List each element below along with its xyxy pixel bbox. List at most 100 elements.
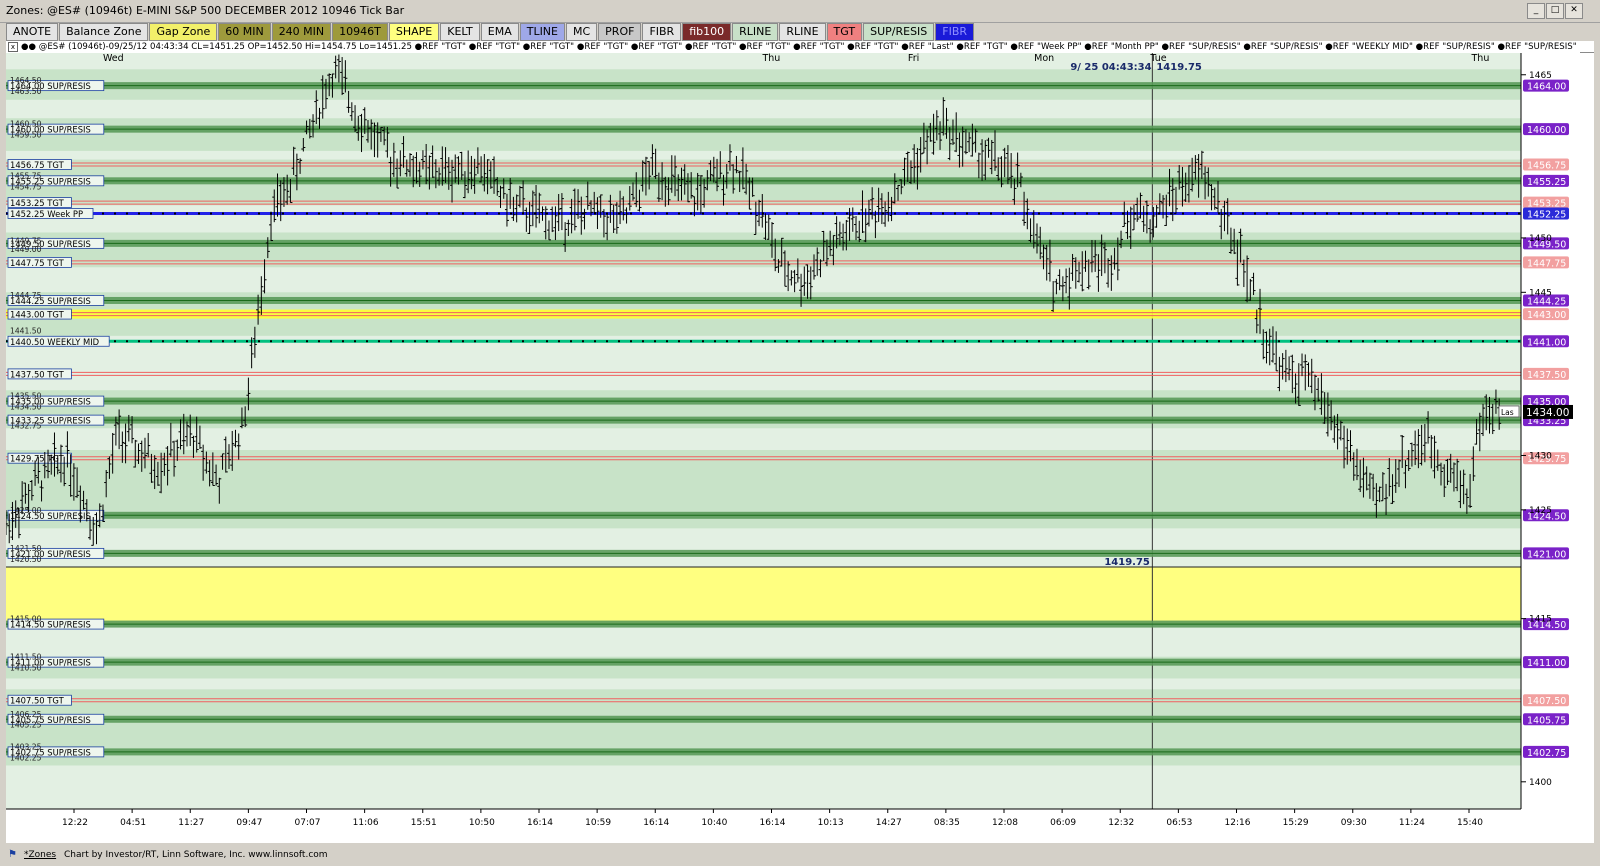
toolbar-button-fib100-13[interactable]: fib100 — [682, 23, 732, 41]
minor-price-label: 1402.25 — [10, 753, 42, 762]
x-tick-label: 04:51 — [120, 818, 146, 828]
level-label: 1456.75 TGT — [10, 160, 65, 170]
toolbar-button-ema-8[interactable]: EMA — [480, 23, 519, 41]
maximize-button[interactable]: □ — [1546, 3, 1564, 19]
minor-price-label: 1459.50 — [10, 131, 42, 140]
level-label: 1437.50 TGT — [10, 369, 65, 379]
day-label: Mon — [1034, 53, 1054, 64]
minor-price-label: 1421.50 — [10, 544, 42, 553]
minor-price-label: 1454.75 — [10, 182, 42, 191]
level-label: 1447.75 TGT — [10, 258, 65, 268]
y-tick-label: 1465 — [1529, 71, 1552, 81]
toolbar-button-anote-0[interactable]: ANOTE — [6, 23, 59, 41]
indicator-toolbar: ANOTE Balance Zone Gap Zone 60 MIN 240 MIN 10… — [6, 23, 975, 41]
toolbar-button-tgt-16[interactable]: TGT — [826, 23, 863, 41]
y-tick-label: 1425 — [1529, 506, 1552, 516]
level-label: 1440.50 WEEKLY MID — [10, 337, 99, 347]
toolbar-button-kelt-7[interactable]: KELT — [440, 23, 480, 41]
x-tick-label: 12:22 — [62, 818, 88, 828]
minor-price-label: 1434.50 — [10, 403, 42, 412]
x-tick-label: 06:09 — [1050, 818, 1076, 828]
minor-price-label: 1435.50 — [10, 392, 42, 401]
minor-price-label: 1406.25 — [10, 710, 42, 719]
toolbar-button-240-min-4[interactable]: 240 MIN — [271, 23, 332, 41]
x-tick-label: 11:24 — [1399, 818, 1425, 828]
day-label: Thu — [761, 53, 780, 64]
day-label: Tue — [1149, 53, 1166, 64]
day-label: Thu — [1471, 53, 1490, 64]
last-price-flag-text: Las — [1501, 408, 1514, 417]
toolbar-button-tline-9[interactable]: TLINE — [519, 23, 565, 41]
x-tick-label: 08:35 — [934, 818, 960, 828]
cursor-date-label: 9/ 25 04:43:34 — [1070, 62, 1151, 73]
x-tick-label: 16:14 — [760, 818, 786, 828]
toolbar-button-fibr-18[interactable]: FIBR — [935, 23, 975, 41]
minor-price-label: 1460.50 — [10, 120, 42, 129]
toolbar-button-fibr-12[interactable]: FIBR — [642, 23, 682, 41]
x-tick-label: 16:14 — [643, 818, 669, 828]
credit-text: Chart by Investor/RT, Linn Software, Inc… — [64, 850, 328, 860]
minor-price-label: 1420.50 — [10, 555, 42, 564]
level-label: 1452.25 Week PP — [10, 209, 83, 219]
toolbar-button-balance-zone-1[interactable]: Balance Zone — [59, 23, 149, 41]
y-tick-label: 1430 — [1529, 451, 1552, 461]
day-label: Wed — [103, 53, 124, 64]
level-label: 1429.75 TGT — [10, 454, 65, 464]
zone-band — [6, 118, 1521, 151]
minor-price-label: 1455.75 — [10, 171, 42, 180]
x-tick-label: 10:50 — [469, 818, 495, 828]
x-tick-label: 16:14 — [527, 818, 553, 828]
toolbar-button-10946t-5[interactable]: 10946T — [332, 23, 388, 41]
chart-area[interactable]: 1464.00 SUP/RESIS 1464.00 1460.00 SUP/RESI… — [6, 53, 1594, 843]
x-tick-label: 12:16 — [1225, 818, 1251, 828]
level-band — [6, 309, 1521, 319]
x-tick-label: 09:30 — [1341, 818, 1367, 828]
toolbar-button-rline-14[interactable]: RLINE — [732, 23, 779, 41]
zone-band — [6, 566, 1521, 625]
x-tick-label: 12:08 — [992, 818, 1018, 828]
y-tick-label: 1400 — [1529, 778, 1552, 788]
price-chart[interactable]: 1464.00 SUP/RESIS 1464.001460.00 SUP/RESI… — [6, 53, 1594, 843]
x-tick-label: 10:59 — [585, 818, 611, 828]
zones-tab[interactable]: *Zones — [24, 850, 56, 860]
toolbar-button-sup-resis-17[interactable]: SUP/RESIS — [863, 23, 935, 41]
minor-price-label: 1425.00 — [10, 506, 42, 515]
toolbar-button-gap-zone-2[interactable]: Gap Zone — [149, 23, 218, 41]
minor-price-label: 1464.50 — [10, 76, 42, 85]
close-window-button[interactable]: ✕ — [1565, 3, 1583, 19]
x-tick-label: 10:13 — [818, 818, 844, 828]
minor-price-label: 1441.50 — [10, 326, 42, 335]
x-tick-label: 10:40 — [701, 818, 727, 828]
x-tick-label: 11:27 — [178, 818, 204, 828]
last-price-text: 1434.00 — [1526, 407, 1569, 419]
minor-price-label: 1432.75 — [10, 422, 42, 431]
x-tick-label: 12:32 — [1108, 818, 1134, 828]
status-bar: ⚑ *Zones Chart by Investor/RT, Linn Soft… — [0, 845, 1600, 866]
toolbar-button-mc-10[interactable]: MC — [566, 23, 598, 41]
minor-price-label: 1410.50 — [10, 664, 42, 673]
y-tick-label: 1450 — [1529, 234, 1552, 244]
y-tick-label: 1445 — [1529, 288, 1552, 298]
level-label: 1407.50 TGT — [10, 696, 65, 706]
y-tick-label: 1415 — [1529, 615, 1552, 625]
minor-price-label: 1403.25 — [10, 742, 42, 751]
x-tick-label: 14:27 — [876, 818, 902, 828]
x-tick-label: 06:53 — [1166, 818, 1192, 828]
toolbar-button-rline-15[interactable]: RLINE — [779, 23, 826, 41]
gap-price-label: 1419.75 — [1104, 557, 1150, 568]
x-tick-label: 07:07 — [295, 818, 321, 828]
minor-price-label: 1411.50 — [10, 653, 42, 662]
toolbar-button-60-min-3[interactable]: 60 MIN — [218, 23, 271, 41]
minimize-button[interactable]: _ — [1527, 3, 1545, 19]
minor-price-label: 1449.00 — [10, 245, 42, 254]
zones-tab-icon: ⚑ — [8, 849, 17, 860]
close-icon[interactable]: x — [8, 42, 18, 52]
x-tick-label: 09:47 — [236, 818, 262, 828]
toolbar-button-prof-11[interactable]: PROF — [598, 23, 642, 41]
minor-price-label: 1415.00 — [10, 615, 42, 624]
minor-price-label: 1463.50 — [10, 87, 42, 96]
level-label: 1453.25 TGT — [10, 198, 65, 208]
minor-price-label: 1444.75 — [10, 291, 42, 300]
toolbar-button-shape-6[interactable]: SHAPE — [388, 23, 440, 41]
window-title-bar: Zones: @ES# (10946t) E-MINI S&P 500 DECE… — [0, 0, 1600, 23]
